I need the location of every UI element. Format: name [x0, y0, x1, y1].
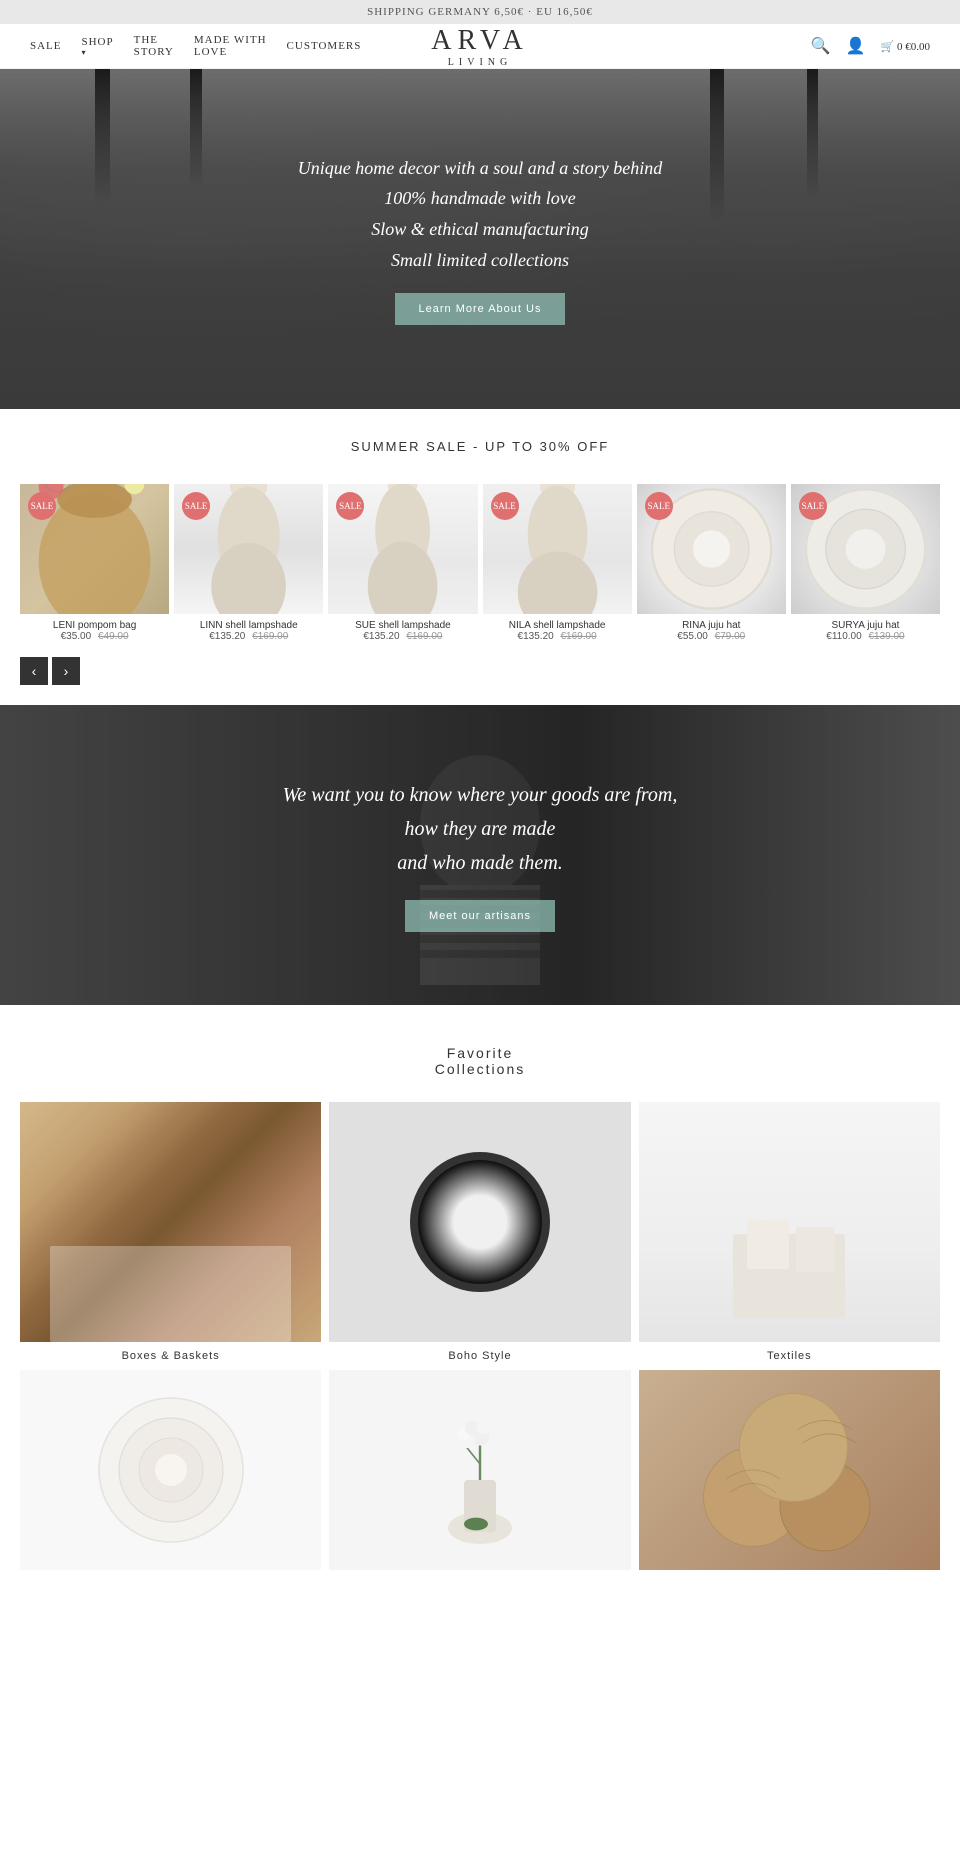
sale-badge-0: SALE: [28, 492, 56, 520]
product-prices-2: €135.20 €169.00: [328, 631, 477, 642]
hero-section: Unique home decor with a soul and a stor…: [0, 69, 960, 409]
products-carousel: SALE LENI pompom bag €35.00 €49.00 SALE: [0, 469, 960, 652]
nav-shop-dropdown[interactable]: SHOP ▾: [82, 36, 114, 57]
hero-learn-more-button[interactable]: Learn More About Us: [395, 293, 566, 325]
collection-img-boxes: [20, 1102, 321, 1342]
collection-img-textiles: [639, 1102, 940, 1342]
product-image-2: SALE: [328, 484, 477, 614]
account-icon[interactable]: 👤: [846, 36, 866, 56]
product-name-4: RINA juju hat: [637, 620, 786, 631]
sale-badge-1: SALE: [182, 492, 210, 520]
product-name-0: LENI pompom bag: [20, 620, 169, 631]
artisan-line1: We want you to know where your goods are…: [283, 784, 678, 806]
product-name-2: SUE shell lampshade: [328, 620, 477, 631]
artisan-line3: and who made them.: [397, 852, 563, 874]
product-card-2[interactable]: SALE SUE shell lampshade €135.20 €169.00: [328, 484, 477, 642]
collection-flowers[interactable]: [329, 1370, 630, 1570]
nav-sale[interactable]: SALE: [30, 40, 62, 52]
product-card-3[interactable]: SALE NILA shell lampshade €135.20 €169.0…: [483, 484, 632, 642]
collection-juju[interactable]: [20, 1370, 321, 1570]
hero-line4: Small limited collections: [391, 250, 569, 270]
collection-label-boho: Boho Style: [329, 1350, 630, 1362]
collection-img-boho: [329, 1102, 630, 1342]
product-image-3: SALE: [483, 484, 632, 614]
product-prices-1: €135.20 €169.00: [174, 631, 323, 642]
hero-content: Unique home decor with a soul and a stor…: [278, 133, 682, 345]
carousel-prev-button[interactable]: ‹: [20, 657, 48, 685]
artisan-meet-button[interactable]: Meet our artisans: [405, 900, 555, 932]
hero-line3: Slow & ethical manufacturing: [371, 219, 589, 239]
carousel-next-button[interactable]: ›: [52, 657, 80, 685]
top-banner: SHIPPING GERMANY 6,50€ · EU 16,50€: [0, 0, 960, 24]
search-icon[interactable]: 🔍: [811, 36, 831, 56]
sale-badge-4: SALE: [645, 492, 673, 520]
shop-arrow: ▾: [82, 48, 114, 57]
nav-left: SALE SHOP ▾ THE STORY MADE WITH LOVE CUS…: [30, 34, 361, 58]
nav-the-story[interactable]: THE STORY: [134, 34, 174, 58]
nav-right: 🔍 👤 🛒 0 €0.00: [811, 36, 930, 56]
product-card-1[interactable]: SALE LINN shell lampshade €135.20 €169.0…: [174, 484, 323, 642]
product-prices-0: €35.00 €49.00: [20, 631, 169, 642]
artisan-section: We want you to know where your goods are…: [0, 705, 960, 1005]
product-prices-5: €110.00 €139.00: [791, 631, 940, 642]
logo-main-text: ARVA: [431, 25, 529, 57]
collections-top-row: Boxes & Baskets Boho Style: [20, 1102, 940, 1362]
collection-img-juju: [20, 1370, 321, 1570]
collection-label-boxes: Boxes & Baskets: [20, 1350, 321, 1362]
sale-badge-5: SALE: [799, 492, 827, 520]
collection-img-flowers: [329, 1370, 630, 1570]
product-name-1: LINN shell lampshade: [174, 620, 323, 631]
collection-boxes-baskets[interactable]: Boxes & Baskets: [20, 1102, 321, 1362]
main-nav: SALE SHOP ▾ THE STORY MADE WITH LOVE CUS…: [0, 24, 960, 69]
nav-made-with-love[interactable]: MADE WITH LOVE: [194, 34, 267, 58]
product-card-0[interactable]: SALE LENI pompom bag €35.00 €49.00: [20, 484, 169, 642]
hero-line1: Unique home decor with a soul and a stor…: [298, 158, 662, 178]
product-name-5: SURYA juju hat: [791, 620, 940, 631]
sale-title: SUMMER SALE - UP TO 30% OFF: [20, 439, 940, 454]
collections-title: FavoriteCollections: [20, 1045, 940, 1077]
product-card-5[interactable]: SALE SURYA juju hat €110.00 €139.00: [791, 484, 940, 642]
collections-section: FavoriteCollections Boxes & Baskets Boho…: [0, 1005, 960, 1590]
collections-bottom-row: [20, 1370, 940, 1570]
collection-textiles[interactable]: Textiles: [639, 1102, 940, 1362]
product-image-4: SALE: [637, 484, 786, 614]
product-prices-4: €55.00 €79.00: [637, 631, 786, 642]
logo[interactable]: ARVA LIVING: [431, 25, 529, 68]
artisan-content: We want you to know where your goods are…: [263, 758, 698, 952]
sale-section: SUMMER SALE - UP TO 30% OFF: [0, 409, 960, 469]
shipping-text: SHIPPING GERMANY 6,50€ · EU 16,50€: [367, 6, 593, 18]
sale-badge-3: SALE: [491, 492, 519, 520]
nav-customers[interactable]: CUSTOMERS: [287, 40, 362, 52]
product-card-4[interactable]: SALE RINA juju hat €55.00 €79.00: [637, 484, 786, 642]
product-prices-3: €135.20 €169.00: [483, 631, 632, 642]
product-name-3: NILA shell lampshade: [483, 620, 632, 631]
hero-line2: 100% handmade with love: [384, 188, 575, 208]
boho-circle-decoration: [410, 1152, 550, 1292]
product-image-0: SALE: [20, 484, 169, 614]
product-image-5: SALE: [791, 484, 940, 614]
carousel-controls: ‹ ›: [0, 652, 960, 705]
product-image-1: SALE: [174, 484, 323, 614]
cart-link[interactable]: 🛒 0 €0.00: [881, 40, 930, 53]
logo-sub-text: LIVING: [431, 57, 529, 68]
collection-balls[interactable]: [639, 1370, 940, 1570]
collection-img-balls: [639, 1370, 940, 1570]
artisan-line2: how they are made: [405, 818, 556, 840]
collection-label-textiles: Textiles: [639, 1350, 940, 1362]
collection-boho-style[interactable]: Boho Style: [329, 1102, 630, 1362]
